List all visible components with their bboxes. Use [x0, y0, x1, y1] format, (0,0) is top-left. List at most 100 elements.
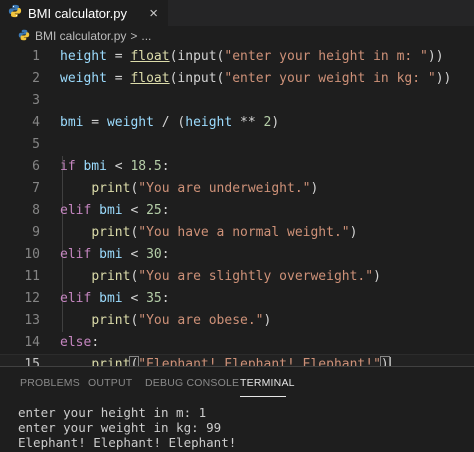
code-string: "You are underweight." [138, 181, 311, 196]
line-number: 11 [24, 269, 40, 284]
code-operator: / ( [153, 115, 186, 130]
code-keyword: elif [60, 247, 92, 262]
line-number: 9 [32, 225, 40, 240]
code-line[interactable]: 12 elif bmi < 35: [0, 288, 474, 310]
editor-tab-bar: BMI calculator.py × [0, 0, 474, 26]
line-number: 6 [32, 159, 40, 174]
code-line[interactable]: 14 else: [0, 332, 474, 354]
panel-tab-output[interactable]: OUTPUT [88, 377, 132, 389]
code-keyword: else [60, 335, 92, 350]
code-line[interactable]: 10 elif bmi < 30: [0, 244, 474, 266]
code-operator [60, 181, 91, 196]
code-line[interactable]: 1 height = float(input("enter your height… [0, 46, 474, 68]
panel-tab-bar: PROBLEMS OUTPUT DEBUG CONSOLE TERMINAL [0, 367, 474, 401]
code-text: print("You are obese.") [60, 310, 271, 332]
code-operator [60, 269, 91, 284]
code-text: weight = float(input("enter your weight … [60, 68, 451, 90]
code-identifier: weight [106, 115, 154, 130]
code-text: elif bmi < 35: [60, 288, 170, 310]
code-line[interactable]: 7 print("You are underweight.") [0, 178, 474, 200]
code-identifier: bmi [99, 203, 123, 218]
breadcrumb: BMI calculator.py > ... [0, 26, 474, 46]
code-operator: ) [373, 269, 381, 284]
code-line[interactable]: 3 [0, 90, 474, 112]
close-icon[interactable]: × [149, 5, 158, 22]
active-tab-indicator [240, 396, 286, 397]
code-operator: )) [435, 71, 452, 86]
chevron-right-icon: > [130, 29, 138, 43]
code-editor[interactable]: 1 height = float(input("enter your height… [0, 46, 474, 394]
code-operator: ) [271, 115, 280, 130]
code-operator: = [106, 71, 131, 86]
code-text: height = float(input("enter your height … [60, 46, 444, 68]
code-text: else: [60, 332, 99, 354]
code-function: float [130, 71, 170, 86]
code-identifier: bmi [99, 247, 123, 262]
code-operator: < [122, 247, 147, 262]
python-file-icon [8, 4, 22, 23]
code-operator: ** [232, 115, 264, 130]
code-number: 35 [146, 291, 162, 306]
line-number: 3 [32, 93, 40, 108]
line-number: 14 [24, 335, 40, 350]
code-function: print [91, 269, 131, 284]
code-line[interactable]: 5 [0, 134, 474, 156]
panel-tab-terminal[interactable]: TERMINAL [240, 377, 295, 389]
code-text: if bmi < 18.5: [60, 156, 170, 178]
code-operator [91, 203, 99, 218]
code-function: float [130, 49, 170, 64]
code-operator: : [161, 203, 170, 218]
code-operator: : [161, 159, 170, 174]
code-operator: < [106, 159, 131, 174]
code-operator [60, 313, 91, 328]
code-line[interactable]: 8 elif bmi < 25: [0, 200, 474, 222]
line-number: 10 [24, 247, 40, 262]
code-text: elif bmi < 30: [60, 244, 170, 266]
code-line[interactable]: 6 if bmi < 18.5: [0, 156, 474, 178]
code-operator: = [83, 115, 107, 130]
code-number: 18.5 [130, 159, 162, 174]
code-line[interactable]: 9 print("You have a normal weight.") [0, 222, 474, 244]
line-number: 4 [32, 115, 40, 130]
code-operator: (input( [169, 49, 225, 64]
terminal-line: enter your weight in kg: 99 [18, 420, 222, 435]
code-function: print [91, 181, 131, 196]
code-function: print [91, 313, 131, 328]
code-line[interactable]: 4 bmi = weight / (height ** 2) [0, 112, 474, 134]
line-number: 1 [32, 49, 40, 64]
code-number: 25 [146, 203, 162, 218]
code-identifier: weight [60, 71, 107, 86]
code-string: "You have a normal weight." [138, 225, 350, 240]
terminal-line: enter your height in m: 1 [18, 405, 207, 420]
code-string: "You are slightly overweight." [138, 269, 374, 284]
code-text: elif bmi < 25: [60, 200, 170, 222]
code-operator: )) [427, 49, 444, 64]
code-text: bmi = weight / (height ** 2) [60, 112, 279, 134]
code-operator: < [122, 291, 147, 306]
breadcrumb-more[interactable]: ... [141, 29, 151, 43]
panel-tab-problems[interactable]: PROBLEMS [20, 377, 80, 389]
code-identifier: bmi [60, 115, 84, 130]
editor-tab-bmi-calculator[interactable]: BMI calculator.py × [0, 0, 168, 26]
code-text: print("You are underweight.") [60, 178, 318, 200]
code-keyword: elif [60, 203, 92, 218]
code-line[interactable]: 2 weight = float(input("enter your weight… [0, 68, 474, 90]
code-line[interactable]: 13 print("You are obese.") [0, 310, 474, 332]
code-identifier: bmi [99, 291, 123, 306]
code-operator [91, 291, 99, 306]
code-operator: < [122, 203, 147, 218]
bottom-panel: PROBLEMS OUTPUT DEBUG CONSOLE TERMINAL ente… [0, 366, 474, 452]
code-operator: : [91, 335, 100, 350]
editor-tab-label: BMI calculator.py [28, 5, 127, 21]
code-identifier: bmi [83, 159, 107, 174]
code-line[interactable]: 11 print("You are slightly overweight.") [0, 266, 474, 288]
line-number: 7 [32, 181, 40, 196]
terminal-line: Elephant! Elephant! Elephant! [18, 435, 237, 450]
code-operator: (input( [169, 71, 225, 86]
breadcrumb-file[interactable]: BMI calculator.py [35, 29, 126, 43]
panel-tab-debug-console[interactable]: DEBUG CONSOLE [145, 377, 239, 389]
terminal-output[interactable]: enter your height in m: 1 enter your weig… [18, 405, 236, 450]
code-function: print [91, 225, 131, 240]
line-number: 12 [24, 291, 40, 306]
code-string: "enter your weight in kg: " [224, 71, 436, 86]
